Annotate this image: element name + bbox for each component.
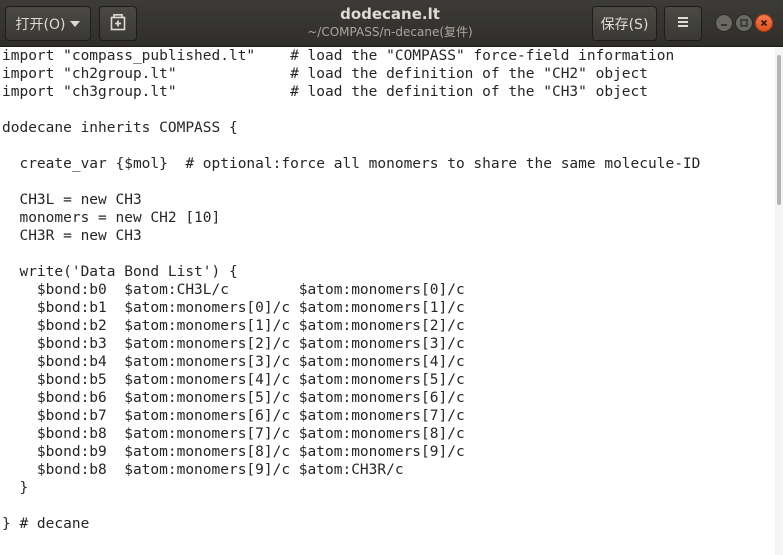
code-line[interactable] — [2, 137, 775, 155]
new-document-button[interactable] — [99, 6, 137, 41]
code-line[interactable]: $bond:b6 $atom:monomers[5]/c $atom:monom… — [2, 389, 775, 407]
code-line[interactable]: $bond:b9 $atom:monomers[8]/c $atom:monom… — [2, 443, 775, 461]
window-title-block: dodecane.lt ~/COMPASS/n-decane(复件) — [240, 4, 540, 40]
gedit-window: 打开(O) dodecane.lt ~/COMPASS/n-decane(复件)… — [0, 0, 783, 555]
code-line[interactable]: import "compass_published.lt" # load the… — [2, 47, 775, 65]
scrollbar-thumb[interactable] — [777, 55, 781, 205]
code-line[interactable] — [2, 245, 775, 263]
close-icon — [760, 18, 768, 29]
minimize-icon — [720, 18, 728, 29]
vertical-scrollbar[interactable] — [775, 47, 783, 555]
code-line[interactable]: $bond:b8 $atom:monomers[9]/c $atom:CH3R/… — [2, 461, 775, 479]
open-button[interactable]: 打开(O) — [5, 6, 91, 41]
code-line[interactable] — [2, 497, 775, 515]
maximize-icon — [740, 18, 748, 29]
code-line[interactable]: $bond:b0 $atom:CH3L/c $atom:monomers[0]/… — [2, 281, 775, 299]
code-line[interactable]: import "ch2group.lt" # load the definiti… — [2, 65, 775, 83]
code-view[interactable]: import "compass_published.lt" # load the… — [0, 47, 775, 533]
new-document-icon — [109, 13, 127, 35]
code-line[interactable]: $bond:b4 $atom:monomers[3]/c $atom:monom… — [2, 353, 775, 371]
code-line[interactable]: $bond:b7 $atom:monomers[6]/c $atom:monom… — [2, 407, 775, 425]
code-line[interactable]: $bond:b3 $atom:monomers[2]/c $atom:monom… — [2, 335, 775, 353]
code-line[interactable]: $bond:b1 $atom:monomers[0]/c $atom:monom… — [2, 299, 775, 317]
code-line[interactable]: $bond:b8 $atom:monomers[7]/c $atom:monom… — [2, 425, 775, 443]
text-editor[interactable]: import "compass_published.lt" # load the… — [0, 47, 775, 555]
window-title: dodecane.lt — [340, 5, 440, 23]
code-line[interactable]: write('Data Bond List') { — [2, 263, 775, 281]
menu-button[interactable] — [664, 6, 702, 41]
maximize-button[interactable] — [735, 14, 753, 32]
code-line[interactable]: CH3R = new CH3 — [2, 227, 775, 245]
save-button-label: 保存(S) — [600, 16, 649, 33]
window-subtitle: ~/COMPASS/n-decane(复件) — [307, 25, 473, 39]
header-bar: 打开(O) dodecane.lt ~/COMPASS/n-decane(复件)… — [0, 0, 783, 47]
open-button-label: 打开(O) — [15, 16, 66, 33]
code-line[interactable]: monomers = new CH2 [10] — [2, 209, 775, 227]
close-button[interactable] — [755, 14, 773, 32]
code-line[interactable]: create_var {$mol} # optional:force all m… — [2, 155, 775, 173]
code-line[interactable]: } # decane — [2, 515, 775, 533]
code-line[interactable]: CH3L = new CH3 — [2, 191, 775, 209]
code-line[interactable]: dodecane inherits COMPASS { — [2, 119, 775, 137]
save-button[interactable]: 保存(S) — [592, 6, 657, 41]
code-line[interactable] — [2, 101, 775, 119]
chevron-down-icon — [70, 20, 81, 27]
hamburger-menu-icon — [676, 15, 690, 33]
code-line[interactable]: } — [2, 479, 775, 497]
minimize-button[interactable] — [715, 14, 733, 32]
code-line[interactable]: $bond:b5 $atom:monomers[4]/c $atom:monom… — [2, 371, 775, 389]
code-line[interactable]: import "ch3group.lt" # load the definiti… — [2, 83, 775, 101]
code-line[interactable] — [2, 173, 775, 191]
code-line[interactable]: $bond:b2 $atom:monomers[1]/c $atom:monom… — [2, 317, 775, 335]
